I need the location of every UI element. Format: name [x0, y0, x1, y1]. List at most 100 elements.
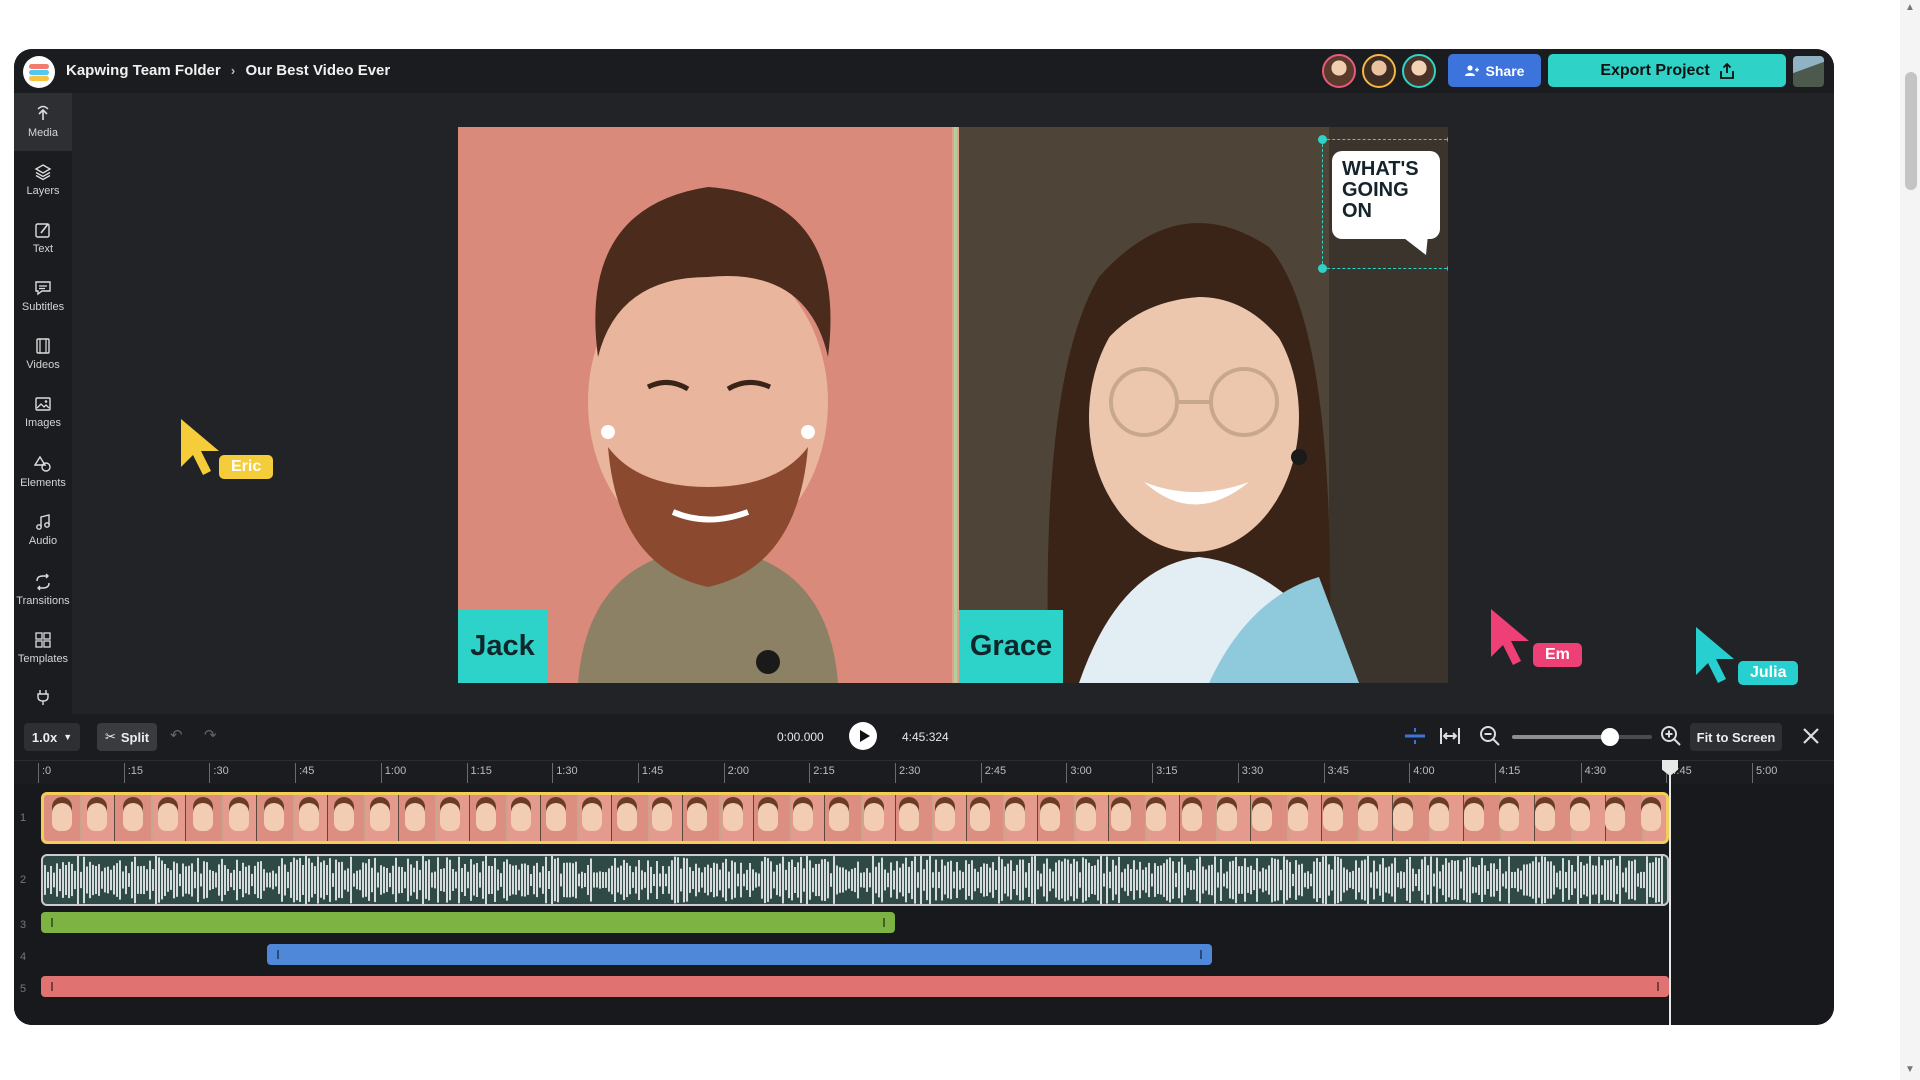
- sidebar-item-audio[interactable]: Audio: [14, 501, 72, 559]
- resize-handle[interactable]: [1318, 135, 1327, 144]
- track-clip-red[interactable]: [41, 976, 1669, 997]
- clip-thumbnail-face: [510, 803, 531, 831]
- sidebar-item-label: Layers: [26, 185, 60, 197]
- clip-thumbnail-face: [687, 803, 708, 831]
- name-tag-jack[interactable]: Jack: [458, 610, 547, 683]
- zoom-slider-knob[interactable]: [1601, 728, 1619, 746]
- sidebar-item-layers[interactable]: Layers: [14, 151, 72, 209]
- breadcrumb: Kapwing Team Folder › Our Best Video Eve…: [66, 62, 390, 79]
- sidebar-item-templates[interactable]: Templates: [14, 619, 72, 677]
- zoom-slider-fill: [1512, 735, 1610, 739]
- name-tag-grace[interactable]: Grace: [959, 610, 1063, 683]
- timeline-ruler[interactable]: :0:15:30:45 1:00 1:15 1:30 1:45 2:00 2:15 2:30 2…: [14, 760, 1834, 784]
- sidebar-item-elements[interactable]: Elements: [14, 443, 72, 501]
- current-time: 0:00.000: [777, 730, 824, 744]
- snap-icon[interactable]: [1402, 723, 1428, 749]
- ruler-tick: 3:30: [1237, 763, 1263, 783]
- project-thumbnail[interactable]: [1793, 56, 1824, 87]
- sidebar-item-label: Elements: [20, 477, 66, 489]
- clip-trim-handle[interactable]: [883, 918, 885, 927]
- sidebar-item-label: Media: [28, 127, 58, 139]
- track-number: 5: [20, 983, 27, 995]
- zoom-out-icon[interactable]: [1477, 723, 1503, 749]
- sidebar-item-label: Transitions: [16, 595, 70, 607]
- clip-trim-handle[interactable]: [277, 950, 279, 959]
- ruler-tick: 4:15: [1494, 763, 1520, 783]
- ruler-tick: 3:00: [1066, 763, 1092, 783]
- clip-thumbnail-face: [193, 803, 214, 831]
- split-button[interactable]: ✂ Split: [97, 723, 157, 751]
- sidebar-item-plugins[interactable]: [14, 677, 72, 717]
- track-clip-blue[interactable]: [267, 944, 1212, 965]
- avatar[interactable]: [1402, 54, 1436, 88]
- clip-trim-handle[interactable]: [51, 918, 53, 927]
- image-icon: [35, 397, 51, 411]
- redo-icon[interactable]: ↷: [204, 726, 217, 744]
- chevron-down-icon: ▼: [63, 732, 73, 742]
- video-track-clip[interactable]: [41, 792, 1669, 844]
- clip-trim-handle[interactable]: [1200, 950, 1202, 959]
- avatar[interactable]: [1362, 54, 1396, 88]
- plug-icon: [37, 690, 49, 705]
- clip-thumbnail-face: [122, 803, 143, 831]
- clip-thumbnail-face: [828, 803, 849, 831]
- sidebar-item-media[interactable]: Media: [14, 93, 72, 151]
- video-canvas[interactable]: Jack Grace WHAT'S GOING ON: [458, 127, 1448, 683]
- ruler-tick: 5:00: [1752, 763, 1777, 783]
- close-icon[interactable]: [1797, 722, 1825, 750]
- split-divider: [952, 127, 959, 683]
- play-button[interactable]: [849, 722, 877, 750]
- speech-bubble-sticker[interactable]: WHAT'S GOING ON: [1318, 135, 1448, 273]
- breadcrumb-folder[interactable]: Kapwing Team Folder: [66, 62, 221, 79]
- ruler-tick: 4:00: [1409, 763, 1435, 783]
- sidebar-item-label: Videos: [26, 359, 60, 371]
- clip-trim-handle[interactable]: [51, 982, 53, 991]
- zoom-in-icon[interactable]: [1658, 723, 1684, 749]
- clip-thumbnail-face: [969, 803, 990, 831]
- sidebar-item-text[interactable]: Text: [14, 209, 72, 267]
- kapwing-logo[interactable]: [23, 56, 55, 88]
- collaborator-cursor-eric: Eric: [179, 417, 274, 482]
- speech-bubble-tail: [1400, 235, 1428, 255]
- scroll-down-icon[interactable]: ▼: [1905, 1064, 1915, 1075]
- video-frame-jack[interactable]: Jack: [458, 127, 952, 683]
- ruler-tick: 3:45: [1323, 763, 1349, 783]
- avatar[interactable]: [1322, 54, 1356, 88]
- undo-icon[interactable]: ↶: [170, 726, 183, 744]
- clip-thumbnail-face: [1040, 803, 1061, 831]
- export-project-button[interactable]: Export Project: [1548, 54, 1786, 87]
- clip-thumbnail-face: [1216, 803, 1237, 831]
- resize-handle[interactable]: [1318, 264, 1327, 273]
- clip-thumbnail-face: [1640, 803, 1661, 831]
- sidebar-item-subtitles[interactable]: Subtitles: [14, 267, 72, 325]
- clip-thumbnail-face: [1499, 803, 1520, 831]
- breadcrumb-project-title[interactable]: Our Best Video Ever: [245, 62, 390, 79]
- playhead[interactable]: [1662, 760, 1678, 1025]
- audio-track-clip[interactable]: [41, 854, 1669, 906]
- fit-width-icon[interactable]: [1437, 723, 1463, 749]
- top-bar: Kapwing Team Folder › Our Best Video Eve…: [14, 49, 1834, 93]
- fit-to-screen-button[interactable]: Fit to Screen: [1690, 723, 1782, 751]
- ruler-tick: 1:15: [466, 763, 492, 783]
- track-number: 1: [20, 812, 27, 824]
- breadcrumb-separator: ›: [230, 63, 236, 78]
- sidebar-item-images[interactable]: Images: [14, 383, 72, 441]
- clip-trim-handle[interactable]: [1657, 982, 1659, 991]
- zoom-slider[interactable]: [1512, 728, 1652, 746]
- share-button[interactable]: Share: [1448, 54, 1541, 87]
- track-number: 2: [20, 874, 27, 886]
- scroll-up-icon[interactable]: ▲: [1905, 2, 1915, 13]
- clip-thumbnail-face: [263, 803, 284, 831]
- playback-speed-dropdown[interactable]: 1.0x ▼: [24, 723, 80, 751]
- clip-thumbnail-face: [369, 803, 390, 831]
- sidebar-item-videos[interactable]: Videos: [14, 325, 72, 383]
- ruler-tick: :45: [295, 763, 314, 783]
- page-scrollbar[interactable]: ▲ ▼: [1900, 0, 1920, 1080]
- total-duration: 4:45:324: [902, 730, 949, 744]
- track-clip-green[interactable]: [41, 912, 895, 933]
- sidebar-item-transitions[interactable]: Transitions: [14, 561, 72, 619]
- audio-waveform: [44, 856, 1663, 904]
- scrollbar-thumb[interactable]: [1905, 72, 1917, 190]
- editor-window: Kapwing Team Folder › Our Best Video Eve…: [14, 49, 1834, 1025]
- sidebar-item-label: Templates: [17, 653, 69, 665]
